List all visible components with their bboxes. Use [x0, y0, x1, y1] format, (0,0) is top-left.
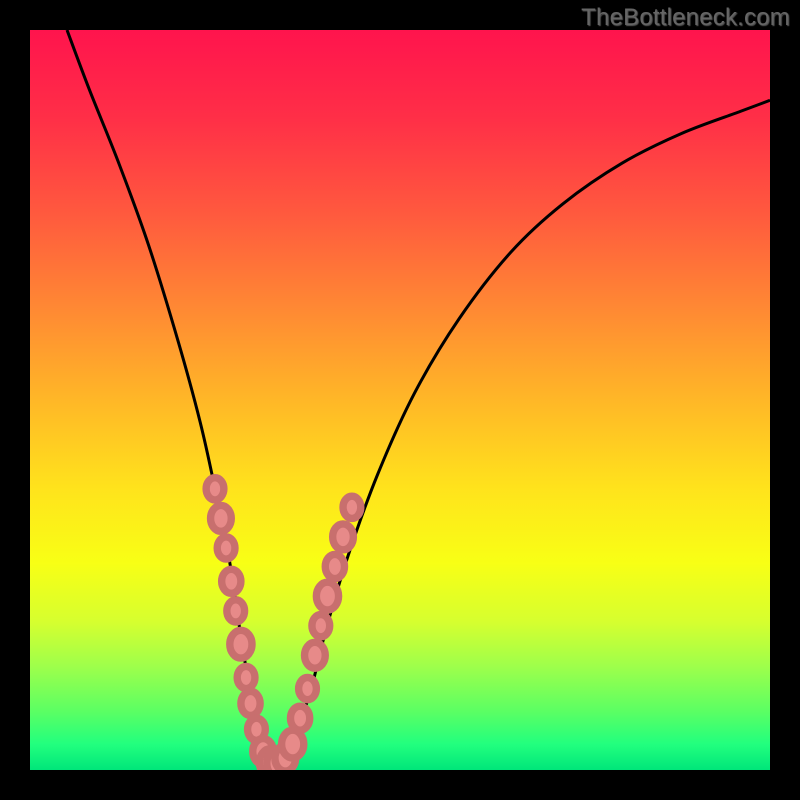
data-marker: [312, 615, 330, 637]
data-marker: [316, 582, 338, 610]
data-marker: [211, 505, 232, 531]
data-marker: [343, 496, 361, 518]
data-marker: [222, 569, 241, 593]
data-marker: [206, 478, 224, 500]
data-marker: [241, 691, 260, 715]
data-marker: [227, 600, 245, 622]
data-marker: [305, 642, 326, 668]
curve-markers: [206, 478, 361, 770]
plot-area: [30, 30, 770, 770]
chart-stage: TheBottleneck.com: [0, 0, 800, 800]
data-marker: [325, 554, 344, 578]
data-marker: [290, 706, 309, 730]
data-marker: [333, 524, 354, 550]
watermark-text: TheBottleneck.com: [581, 4, 790, 32]
data-marker: [230, 630, 252, 658]
data-marker: [299, 678, 317, 700]
curve-layer: [30, 30, 770, 770]
data-marker: [217, 537, 235, 559]
data-marker: [282, 730, 304, 758]
bottleneck-curve: [67, 30, 770, 765]
data-marker: [237, 666, 255, 688]
